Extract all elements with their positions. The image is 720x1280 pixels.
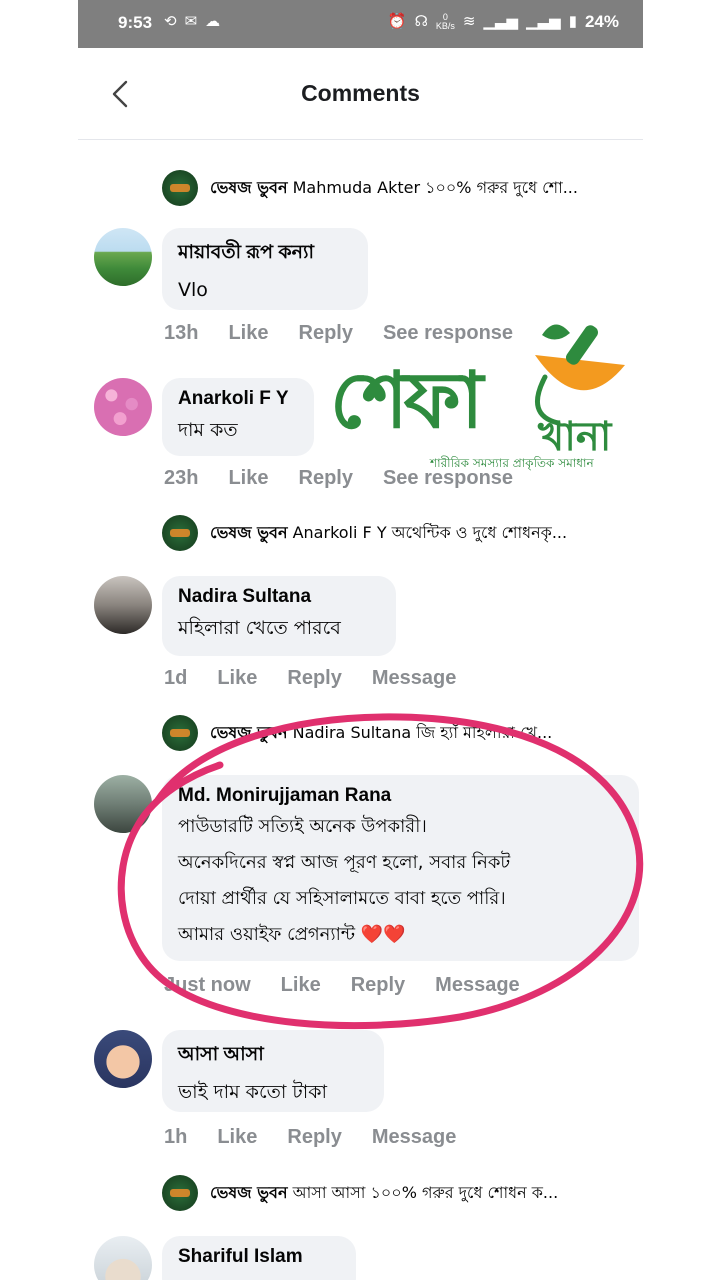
signal-icon-1: ▁▃▅ xyxy=(483,13,519,30)
alarm-icon: ⏰ xyxy=(387,13,407,30)
comment-text: ভাই দাম কতো টাকা xyxy=(178,1081,328,1103)
sync-icon: ⟲ xyxy=(164,13,177,30)
see-response-button[interactable]: See response xyxy=(383,467,513,490)
headphones-icon: ☊ xyxy=(414,13,428,30)
avatar[interactable] xyxy=(94,1030,152,1088)
message-button[interactable]: Message xyxy=(435,974,520,997)
reply-preview[interactable]: ভেষজ ভুবন আসা আসা ১০০% গরুর দুধে শোধন ক.… xyxy=(162,1173,640,1213)
page-avatar xyxy=(162,515,198,551)
reply-author: ভেষজ ভুবন xyxy=(210,177,288,197)
comment-author[interactable]: আসা আসা xyxy=(178,1040,368,1072)
reply-author: ভেষজ ভুবন xyxy=(210,722,288,742)
comment-time: 23h xyxy=(164,467,199,489)
comment-bubble[interactable]: Anarkoli F Y দাম কত xyxy=(162,378,314,456)
page-avatar xyxy=(162,715,198,751)
comment-time: 13h xyxy=(164,322,199,344)
comment-author[interactable]: মায়াবতী রূপ কন্যা xyxy=(178,238,352,270)
comment-bubble[interactable]: Md. Monirujjaman Rana পাউডারটি সত্যিই অন… xyxy=(162,775,639,961)
comment-bubble[interactable]: আসা আসা ভাই দাম কতো টাকা xyxy=(162,1030,384,1112)
comment-bubble[interactable]: Nadira Sultana মহিলারা খেতে পারবে xyxy=(162,576,396,656)
comment-actions: 1h Like Reply Message xyxy=(164,1126,456,1149)
like-button[interactable]: Like xyxy=(217,1126,257,1149)
comment-bubble[interactable]: মায়াবতী রূপ কন্যা Vlo xyxy=(162,228,368,310)
page-avatar xyxy=(162,1175,198,1211)
reply-text: Mahmuda Akter ১০০% গরুর দুধে শো... xyxy=(292,177,578,197)
avatar[interactable] xyxy=(94,775,152,833)
reply-text: Anarkoli F Y অথেন্টিক ও দুধে শোধনকৃ... xyxy=(292,522,568,542)
comment-author[interactable]: Shariful Islam xyxy=(178,1246,340,1268)
wifi-icon: ≋ xyxy=(462,13,476,30)
comment-text: Vlo xyxy=(178,279,208,301)
network-speed-unit: KB/s xyxy=(435,21,455,31)
mail-icon: ✉ xyxy=(184,13,198,30)
battery-icon: ▮ xyxy=(568,13,577,30)
reply-author: ভেষজ ভুবন xyxy=(210,522,288,542)
avatar[interactable] xyxy=(94,1236,152,1280)
comment-text: পাউডারটি সত্যিই অনেক উপকারী। অনেকদিনের স… xyxy=(178,816,511,945)
see-response-button[interactable]: See response xyxy=(383,322,513,345)
reply-button[interactable]: Reply xyxy=(299,467,353,490)
message-button[interactable]: Message xyxy=(372,667,457,690)
status-bar: 9:53 ⟲ ✉ ☁ ⏰ ☊ 0 KB/s ≋ ▁▃▅ ▁▃▅ ▮ 24% xyxy=(78,0,643,48)
reply-button[interactable]: Reply xyxy=(287,667,341,690)
reply-text: আসা আসা ১০০% গরুর দুধে শোধন ক... xyxy=(292,1182,559,1202)
comment-author[interactable]: Anarkoli F Y xyxy=(178,388,298,410)
avatar[interactable] xyxy=(94,228,152,286)
comment-actions: Just now Like Reply Message xyxy=(164,974,520,997)
cloud-icon: ☁ xyxy=(205,13,221,30)
comment-time: Just now xyxy=(164,974,251,996)
reply-button[interactable]: Reply xyxy=(299,322,353,345)
comments-header: Comments xyxy=(78,48,643,140)
status-time: 9:53 xyxy=(118,13,153,32)
reply-preview[interactable]: ভেষজ ভুবন Nadira Sultana জি হ্যাঁ মহিলার… xyxy=(162,713,640,753)
reply-text: Nadira Sultana জি হ্যাঁ মহিলারা খে... xyxy=(292,722,553,742)
comment-time: 1h xyxy=(164,1126,188,1148)
comment-bubble[interactable]: Shariful Islam xyxy=(162,1236,356,1280)
signal-icon-2: ▁▃▅ xyxy=(526,13,561,30)
like-button[interactable]: Like xyxy=(228,467,268,490)
battery-level: 24% xyxy=(584,12,619,31)
avatar[interactable] xyxy=(94,576,152,634)
comment-author[interactable]: Nadira Sultana xyxy=(178,586,380,608)
comment-author[interactable]: Md. Monirujjaman Rana xyxy=(178,785,623,807)
comment-actions: 1d Like Reply Message xyxy=(164,667,456,690)
page-avatar xyxy=(162,170,198,206)
comment-text: দাম কত xyxy=(178,419,238,441)
message-button[interactable]: Message xyxy=(372,1126,457,1149)
phone-screen: 9:53 ⟲ ✉ ☁ ⏰ ☊ 0 KB/s ≋ ▁▃▅ ▁▃▅ ▮ 24% Co… xyxy=(78,0,643,1280)
page-title: Comments xyxy=(301,80,420,106)
like-button[interactable]: Like xyxy=(228,322,268,345)
like-button[interactable]: Like xyxy=(217,667,257,690)
like-button[interactable]: Like xyxy=(281,974,321,997)
comment-text: মহিলারা খেতে পারবে xyxy=(178,617,341,639)
reply-preview[interactable]: ভেষজ ভুবন Anarkoli F Y অথেন্টিক ও দুধে শ… xyxy=(162,513,640,553)
reply-button[interactable]: Reply xyxy=(287,1126,341,1149)
reply-preview[interactable]: ভেষজ ভুবন Mahmuda Akter ১০০% গরুর দুধে শ… xyxy=(162,168,640,208)
comment-actions: 13h Like Reply See response xyxy=(164,322,513,345)
comment-actions: 23h Like Reply See response xyxy=(164,467,513,490)
avatar[interactable] xyxy=(94,378,152,436)
reply-button[interactable]: Reply xyxy=(351,974,405,997)
reply-author: ভেষজ ভুবন xyxy=(210,1182,288,1202)
comment-time: 1d xyxy=(164,667,188,689)
network-speed-icon: 0 KB/s xyxy=(436,13,455,31)
